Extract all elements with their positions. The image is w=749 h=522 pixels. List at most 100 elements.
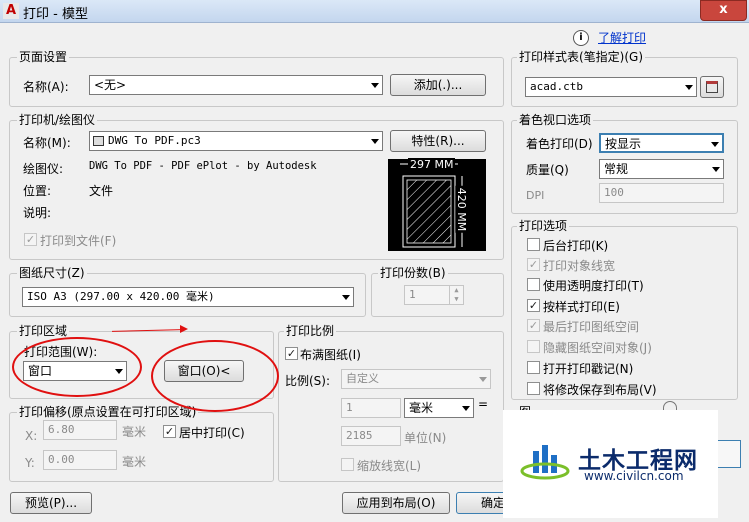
plot-stamp-checkbox[interactable] <box>527 361 540 374</box>
printer-name-label: 名称(M): <box>23 136 71 150</box>
dpi-label: DPI <box>526 189 545 202</box>
offset-x-unit: 毫米 <box>122 425 147 439</box>
printer-name-select[interactable]: DWG To PDF.pc3 <box>89 131 383 151</box>
annotation-arrow-head <box>180 325 188 333</box>
quality-label: 质量(Q) <box>526 163 569 177</box>
scale-select[interactable]: 自定义 <box>341 369 491 389</box>
copies-value: 1 <box>409 288 416 301</box>
background-plot-label: 后台打印(K) <box>543 239 609 253</box>
save-to-layout-label: 将修改保存到布局(V) <box>543 383 657 397</box>
paper-preview: 297 MM 420 MM <box>388 158 486 251</box>
watermark-logo-graphic <box>520 445 570 480</box>
scale-drawing-units-label: 单位(N) <box>404 431 447 445</box>
magnifier-icon <box>663 401 677 410</box>
watermark-logo-icon <box>520 441 570 481</box>
plot-offset-legend: 打印偏移(原点设置在可打印区域) <box>17 403 199 420</box>
plot-style-table-legend: 打印样式表(笔指定)(G) <box>517 48 646 65</box>
center-plot-checkbox[interactable]: ✓ <box>163 425 176 438</box>
info-icon[interactable]: i <box>573 30 589 46</box>
plot-with-styles-label: 按样式打印(E) <box>543 300 620 314</box>
preview-button[interactable]: 预览(P)... <box>10 492 92 514</box>
annotation-circle-range <box>12 337 142 397</box>
description-label: 说明: <box>23 206 52 220</box>
chevron-down-icon <box>685 85 693 90</box>
offset-x-input[interactable]: 6.80 <box>43 420 117 440</box>
shade-plot-label: 着色打印(D) <box>526 137 593 151</box>
shade-plot-select[interactable]: 按显示 <box>599 133 724 153</box>
preview-width-label: 297 MM <box>408 158 456 171</box>
print-to-file-label: 打印到文件(F) <box>40 234 117 248</box>
chevron-down-icon <box>711 142 719 147</box>
plot-transparency-label: 使用透明度打印(T) <box>543 279 644 293</box>
plot-with-styles-checkbox[interactable]: ✓ <box>527 299 540 312</box>
chevron-down-icon <box>712 167 720 172</box>
printer-properties-button[interactable]: 特性(R)... <box>390 130 486 152</box>
learn-printing-link[interactable]: 了解打印 <box>598 29 646 46</box>
apply-to-layout-button[interactable]: 应用到布局(O) <box>342 492 450 514</box>
plot-style-table-select[interactable]: acad.ctb <box>525 77 697 97</box>
scale-lineweights-label: 缩放线宽(L) <box>357 459 422 473</box>
spin-arrows-icon: ▲ ▼ <box>449 286 463 304</box>
plot-stamp-label: 打开打印戳记(N) <box>543 362 634 376</box>
page-setup-name-select[interactable]: <无> <box>89 75 383 95</box>
window-title: 打印 - 模型 <box>23 7 88 22</box>
paper-size-select[interactable]: ISO A3 (297.00 x 420.00 毫米) <box>22 287 354 307</box>
plotter-icon <box>93 136 104 146</box>
page-setup-name-value: <无> <box>94 78 127 92</box>
quality-select[interactable]: 常规 <box>599 159 724 179</box>
add-page-setup-button[interactable]: 添加(.)... <box>390 74 486 96</box>
scale-drawing-units-input[interactable]: 2185 <box>341 426 401 446</box>
copies-stepper[interactable]: 1 ▲ ▼ <box>404 285 464 305</box>
title-bar <box>0 0 749 23</box>
scale-paper-units-input[interactable]: 1 <box>341 398 401 418</box>
plot-scale-legend: 打印比例 <box>284 322 337 339</box>
plot-paperspace-last-label: 最后打印图纸空间 <box>543 320 640 334</box>
shaded-viewport-legend: 着色视口选项 <box>517 111 594 128</box>
printer-name-value: DWG To PDF.pc3 <box>108 134 201 147</box>
chevron-down-icon <box>479 377 487 382</box>
pen-table-icon <box>706 81 718 93</box>
offset-y-label: Y: <box>25 456 35 470</box>
partial-button-right <box>718 440 741 468</box>
chevron-down-icon <box>462 406 470 411</box>
preview-height-label: 420 MM <box>455 185 469 234</box>
dpi-input[interactable]: 100 <box>599 183 724 203</box>
plotter-value: DWG To PDF - PDF ePlot - by Autodesk <box>89 160 317 172</box>
center-plot-label: 居中打印(C) <box>179 426 245 440</box>
paper-size-legend: 图纸尺寸(Z) <box>17 264 87 281</box>
page-setup-legend: 页面设置 <box>17 48 70 65</box>
scale-value: 自定义 <box>346 372 379 385</box>
plot-area-legend: 打印区域 <box>17 322 70 339</box>
background-plot-checkbox[interactable] <box>527 238 540 251</box>
chevron-down-icon <box>371 139 379 144</box>
scale-units-select[interactable]: 毫米 <box>404 398 474 418</box>
watermark-url: www.civilcn.com <box>584 469 684 483</box>
print-to-file-checkbox[interactable]: ✓ <box>24 233 37 246</box>
quality-value: 常规 <box>604 162 629 176</box>
where-value: 文件 <box>89 184 114 198</box>
printer-legend: 打印机/绘图仪 <box>17 111 98 128</box>
paper-preview-graphic <box>400 163 463 248</box>
plotter-label: 绘图仪: <box>23 162 64 176</box>
offset-x-label: X: <box>25 429 38 443</box>
save-to-layout-checkbox[interactable] <box>527 382 540 395</box>
edit-plot-style-button[interactable] <box>700 76 724 98</box>
plot-lineweights-checkbox[interactable]: ✓ <box>527 258 540 271</box>
chevron-down-icon <box>371 83 379 88</box>
hide-paperspace-objects-label: 隐藏图纸空间对象(J) <box>543 341 652 355</box>
plot-style-table-value: acad.ctb <box>530 80 583 93</box>
fit-to-paper-checkbox[interactable]: ✓ <box>285 347 298 360</box>
scale-label: 比例(S): <box>285 374 331 388</box>
autocad-app-icon: A <box>3 3 19 19</box>
scale-units-value: 毫米 <box>409 401 434 415</box>
plot-transparency-checkbox[interactable] <box>527 278 540 291</box>
plot-options-legend: 打印选项 <box>517 217 570 234</box>
copies-legend: 打印份数(B) <box>378 264 448 281</box>
close-button[interactable]: x <box>700 0 747 21</box>
offset-y-input[interactable]: 0.00 <box>43 450 117 470</box>
shade-plot-value: 按显示 <box>605 137 642 151</box>
hide-paperspace-objects-checkbox[interactable] <box>527 340 540 353</box>
plot-paperspace-last-checkbox[interactable]: ✓ <box>527 319 540 332</box>
scale-lineweights-checkbox[interactable] <box>341 458 354 471</box>
annotation-circle-window <box>151 340 279 412</box>
